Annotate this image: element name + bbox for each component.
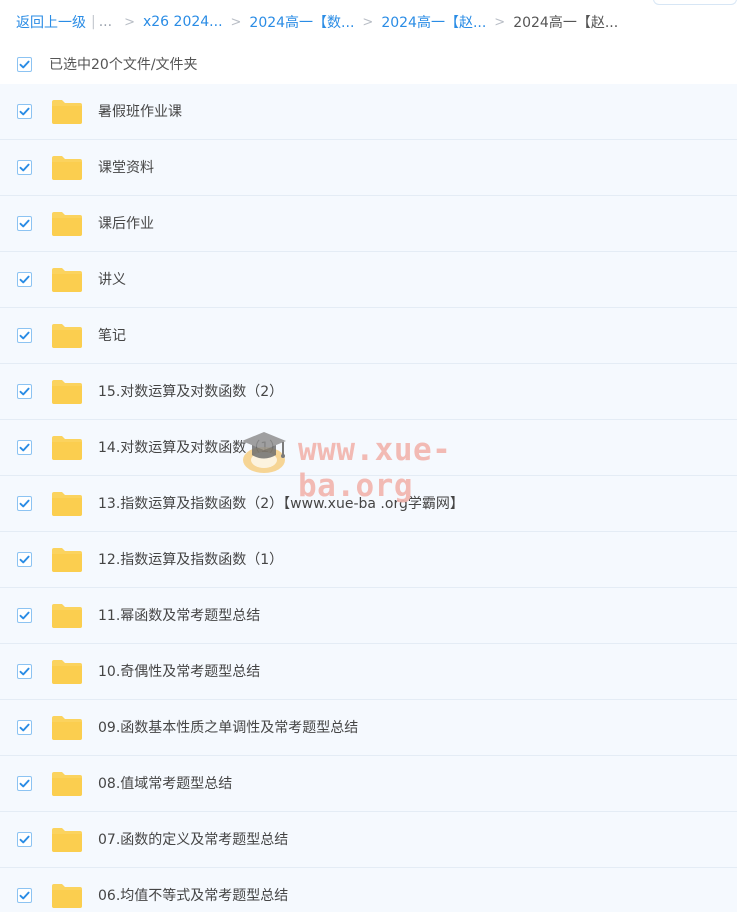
check-icon: [19, 107, 30, 116]
row-checkbox[interactable]: [17, 720, 32, 735]
file-row[interactable]: 15.对数运算及对数函数（2）: [0, 364, 737, 420]
file-browser: 返回上一级 | ... > x26 2024... > 2024高一【数... …: [0, 0, 737, 912]
selection-count-label: 已选中20个文件/文件夹: [49, 57, 198, 73]
folder-icon: [52, 436, 82, 460]
file-row[interactable]: 07.函数的定义及常考题型总结: [0, 812, 737, 868]
check-icon: [19, 667, 30, 676]
file-row[interactable]: 08.值域常考题型总结: [0, 756, 737, 812]
file-name[interactable]: 06.均值不等式及常考题型总结: [98, 868, 288, 912]
check-icon: [19, 275, 30, 284]
row-checkbox[interactable]: [17, 328, 32, 343]
breadcrumb-divider: |: [91, 14, 96, 30]
file-name[interactable]: 08.值域常考题型总结: [98, 756, 232, 812]
folder-icon: [52, 100, 82, 124]
folder-icon: [52, 492, 82, 516]
row-checkbox[interactable]: [17, 888, 32, 903]
breadcrumb-item[interactable]: x26 2024...: [143, 14, 223, 30]
folder-icon: [52, 156, 82, 180]
check-icon: [19, 611, 30, 620]
row-checkbox[interactable]: [17, 832, 32, 847]
check-icon: [19, 387, 30, 396]
breadcrumb-ellipsis[interactable]: ...: [99, 14, 112, 30]
chevron-right-icon: >: [230, 14, 242, 30]
check-icon: [19, 779, 30, 788]
file-row[interactable]: 课后作业: [0, 196, 737, 252]
row-checkbox[interactable]: [17, 776, 32, 791]
breadcrumb-item[interactable]: 2024高一【赵...: [381, 12, 486, 32]
file-row[interactable]: 讲义: [0, 252, 737, 308]
folder-icon: [52, 268, 82, 292]
chevron-right-icon: >: [362, 14, 374, 30]
file-name[interactable]: 15.对数运算及对数函数（2）: [98, 364, 283, 420]
row-checkbox[interactable]: [17, 104, 32, 119]
select-all-bar: 已选中20个文件/文件夹: [0, 44, 737, 84]
check-icon: [19, 331, 30, 340]
file-row[interactable]: 06.均值不等式及常考题型总结: [0, 868, 737, 912]
file-row[interactable]: 笔记: [0, 308, 737, 364]
chevron-right-icon: >: [494, 14, 506, 30]
folder-icon: [52, 884, 82, 908]
folder-icon: [52, 604, 82, 628]
row-checkbox[interactable]: [17, 496, 32, 511]
file-row[interactable]: 13.指数运算及指数函数（2）【www.xue-ba .org学霸网】: [0, 476, 737, 532]
check-icon: [19, 835, 30, 844]
file-row[interactable]: 12.指数运算及指数函数（1）: [0, 532, 737, 588]
file-name[interactable]: 14.对数运算及对数函数（1）: [98, 420, 283, 476]
file-row[interactable]: 09.函数基本性质之单调性及常考题型总结: [0, 700, 737, 756]
file-name[interactable]: 课后作业: [98, 196, 154, 252]
breadcrumb-current: 2024高一【赵...: [513, 15, 619, 31]
back-link[interactable]: 返回上一级: [16, 12, 86, 32]
row-checkbox[interactable]: [17, 608, 32, 623]
row-checkbox[interactable]: [17, 216, 32, 231]
row-checkbox[interactable]: [17, 272, 32, 287]
file-row[interactable]: 课堂资料: [0, 140, 737, 196]
check-icon: [19, 499, 30, 508]
folder-icon: [52, 772, 82, 796]
row-checkbox[interactable]: [17, 384, 32, 399]
select-all-checkbox[interactable]: [17, 56, 32, 72]
row-checkbox[interactable]: [17, 440, 32, 455]
file-name[interactable]: 13.指数运算及指数函数（2）【www.xue-ba .org学霸网】: [98, 476, 464, 532]
check-icon: [19, 219, 30, 228]
row-checkbox[interactable]: [17, 552, 32, 567]
check-icon: [19, 555, 30, 564]
file-name[interactable]: 课堂资料: [98, 140, 154, 196]
folder-icon: [52, 660, 82, 684]
chevron-right-icon: >: [124, 14, 135, 30]
check-icon: [19, 891, 30, 900]
file-row[interactable]: 14.对数运算及对数函数（1）: [0, 420, 737, 476]
file-name[interactable]: 笔记: [98, 308, 126, 364]
file-row[interactable]: 11.幂函数及常考题型总结: [0, 588, 737, 644]
check-icon: [19, 163, 30, 172]
check-icon: [19, 723, 30, 732]
file-row[interactable]: 暑假班作业课: [0, 84, 737, 140]
folder-icon: [52, 828, 82, 852]
file-name[interactable]: 09.函数基本性质之单调性及常考题型总结: [98, 700, 358, 756]
file-name[interactable]: 12.指数运算及指数函数（1）: [98, 532, 283, 588]
file-name[interactable]: 11.幂函数及常考题型总结: [98, 588, 260, 644]
row-checkbox[interactable]: [17, 160, 32, 175]
file-list: 暑假班作业课 课堂资料 课后作业 讲义 笔记 15.对数运算及对数函数（2） 14.对数运算…: [0, 84, 737, 912]
folder-icon: [52, 212, 82, 236]
file-name[interactable]: 10.奇偶性及常考题型总结: [98, 644, 260, 700]
check-icon: [19, 443, 30, 452]
folder-icon: [52, 380, 82, 404]
file-name[interactable]: 07.函数的定义及常考题型总结: [98, 812, 288, 868]
folder-icon: [52, 324, 82, 348]
row-checkbox[interactable]: [17, 664, 32, 679]
folder-icon: [52, 548, 82, 572]
file-name[interactable]: 讲义: [98, 252, 126, 308]
file-row[interactable]: 10.奇偶性及常考题型总结: [0, 644, 737, 700]
breadcrumb-item[interactable]: 2024高一【数...: [249, 12, 354, 32]
file-name[interactable]: 暑假班作业课: [98, 84, 182, 140]
folder-icon: [52, 716, 82, 740]
check-icon: [19, 60, 30, 68]
breadcrumb: 返回上一级 | ... > x26 2024... > 2024高一【数... …: [0, 0, 737, 44]
